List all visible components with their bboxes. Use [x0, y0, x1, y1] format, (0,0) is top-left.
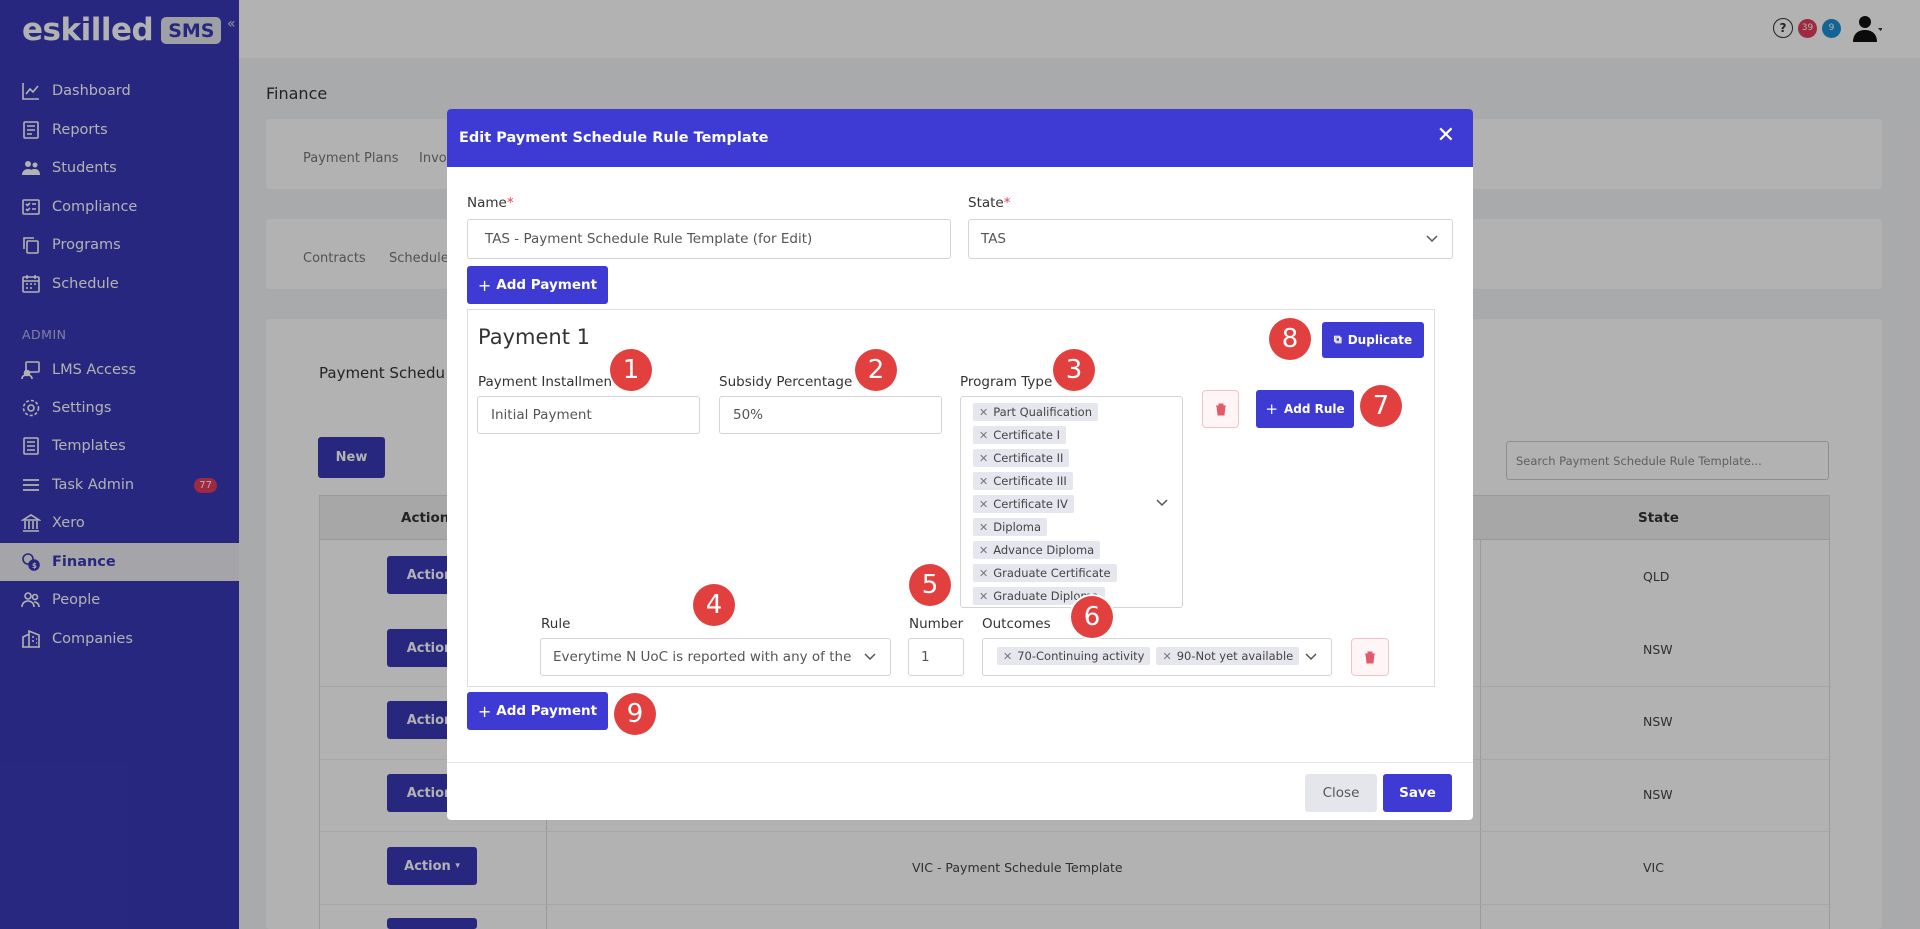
modal-header: Edit Payment Schedule Rule Template	[447, 109, 1473, 167]
annotation-badge-5: 5	[909, 564, 951, 606]
chevron-down-icon	[1156, 499, 1168, 507]
tag-label: Part Qualification	[993, 405, 1092, 419]
add-payment-button-bottom[interactable]: + Add Payment	[467, 692, 608, 730]
add-payment-button-top[interactable]: + Add Payment	[467, 266, 608, 304]
tag-label: Certificate IV	[993, 497, 1068, 511]
program-type-tag[interactable]: ✕ Certificate II	[973, 449, 1070, 467]
outcomes-multiselect[interactable]: ✕ 70-Continuing activity ✕ 90-Not yet avail…	[982, 638, 1332, 676]
rule-select[interactable]: Everytime N UoC is reported with any of …	[540, 638, 891, 676]
annotation-badge-6: 6	[1071, 596, 1113, 638]
remove-tag-icon[interactable]: ✕	[979, 452, 988, 465]
annotation-badge-4: 4	[693, 584, 735, 626]
remove-tag-icon[interactable]: ✕	[979, 567, 988, 580]
program-type-tag[interactable]: ✕ Certificate I	[973, 426, 1067, 444]
subsidy-input[interactable]: 50%	[719, 396, 942, 434]
modal-title: Edit Payment Schedule Rule Template	[459, 130, 769, 146]
annotation-badge-1: 1	[610, 349, 652, 391]
program-type-tag[interactable]: ✕ Graduate Certificate	[973, 564, 1117, 582]
edit-payment-schedule-modal: Edit Payment Schedule Rule Template ✕ Na…	[447, 109, 1473, 820]
delete-program-button[interactable]	[1202, 390, 1239, 428]
remove-tag-icon[interactable]: ✕	[979, 429, 988, 442]
tag-label: 70-Continuing activity	[1017, 649, 1145, 663]
subsidy-label: Subsidy Percentage	[719, 374, 853, 390]
number-label: Number	[909, 616, 964, 632]
name-label-text: Name	[467, 195, 507, 211]
chevron-down-icon	[1305, 653, 1317, 661]
annotation-badge-2: 2	[855, 349, 897, 391]
state-label: State*	[968, 195, 1011, 211]
program-type-label: Program Type	[960, 374, 1053, 390]
number-input[interactable]: 1	[908, 638, 964, 676]
chevron-down-icon	[864, 653, 876, 661]
program-type-multiselect[interactable]: ✕ Part Qualification ✕ Certificate I ✕ Cert…	[960, 396, 1183, 608]
program-type-tag[interactable]: ✕ Certificate IV	[973, 495, 1074, 513]
tag-label: Certificate I	[993, 428, 1061, 442]
add-rule-label: Add Rule	[1283, 402, 1345, 416]
duplicate-button[interactable]: ⧉ Duplicate	[1322, 322, 1424, 358]
rule-label: Rule	[541, 616, 571, 632]
plus-icon: +	[1265, 400, 1278, 418]
tag-label: Diploma	[993, 520, 1042, 534]
modal-footer-divider	[447, 762, 1473, 763]
name-input[interactable]: TAS - Payment Schedule Rule Template (fo…	[467, 219, 951, 259]
tag-label: Certificate II	[993, 451, 1064, 465]
outcome-tag[interactable]: ✕ 90-Not yet available	[1156, 647, 1300, 665]
annotation-badge-9: 9	[614, 693, 656, 735]
remove-tag-icon[interactable]: ✕	[1003, 650, 1012, 663]
remove-tag-icon[interactable]: ✕	[979, 521, 988, 534]
annotation-badge-8: 8	[1269, 318, 1311, 360]
remove-tag-icon[interactable]: ✕	[979, 475, 988, 488]
add-payment-label: Add Payment	[496, 703, 598, 719]
plus-icon: +	[477, 275, 492, 295]
tag-label: Advance Diploma	[993, 543, 1095, 557]
state-label-text: State	[968, 195, 1004, 211]
tag-label: Graduate Certificate	[993, 566, 1111, 580]
trash-icon	[1215, 403, 1226, 415]
program-type-tag[interactable]: ✕ Advance Diploma	[973, 541, 1101, 559]
annotation-badge-3: 3	[1053, 349, 1095, 391]
name-label: Name*	[467, 195, 514, 211]
save-button[interactable]: Save	[1383, 774, 1452, 812]
installment-label: Payment Installment	[478, 374, 618, 390]
outcome-tag[interactable]: ✕ 70-Continuing activity	[997, 647, 1151, 665]
delete-rule-button[interactable]	[1351, 638, 1389, 676]
tag-label: Certificate III	[993, 474, 1067, 488]
add-rule-button[interactable]: + Add Rule	[1256, 390, 1354, 428]
state-select[interactable]: TAS	[968, 219, 1453, 259]
program-type-tag[interactable]: ✕ Certificate III	[973, 472, 1073, 490]
add-payment-label: Add Payment	[496, 277, 598, 293]
payment-title: Payment 1	[478, 325, 590, 349]
remove-tag-icon[interactable]: ✕	[1162, 650, 1171, 663]
close-button[interactable]: Close	[1305, 774, 1377, 812]
remove-tag-icon[interactable]: ✕	[979, 544, 988, 557]
state-select-value: TAS	[981, 231, 1007, 247]
tag-label: 90-Not yet available	[1176, 649, 1294, 663]
plus-icon: +	[477, 701, 492, 721]
duplicate-label: Duplicate	[1347, 333, 1413, 347]
remove-tag-icon[interactable]: ✕	[979, 590, 988, 603]
rule-select-value: Everytime N UoC is reported with any of …	[553, 649, 855, 665]
chevron-down-icon	[1426, 235, 1438, 243]
remove-tag-icon[interactable]: ✕	[979, 498, 988, 511]
program-type-tag[interactable]: ✕ Part Qualification	[973, 403, 1098, 421]
close-icon[interactable]: ✕	[1437, 125, 1455, 147]
copy-icon: ⧉	[1333, 333, 1342, 346]
remove-tag-icon[interactable]: ✕	[979, 406, 988, 419]
annotation-badge-7: 7	[1360, 385, 1402, 427]
trash-icon	[1365, 651, 1375, 663]
outcomes-label: Outcomes	[982, 616, 1051, 632]
program-type-tag[interactable]: ✕ Diploma	[973, 518, 1048, 536]
installment-input[interactable]: Initial Payment	[477, 396, 700, 434]
